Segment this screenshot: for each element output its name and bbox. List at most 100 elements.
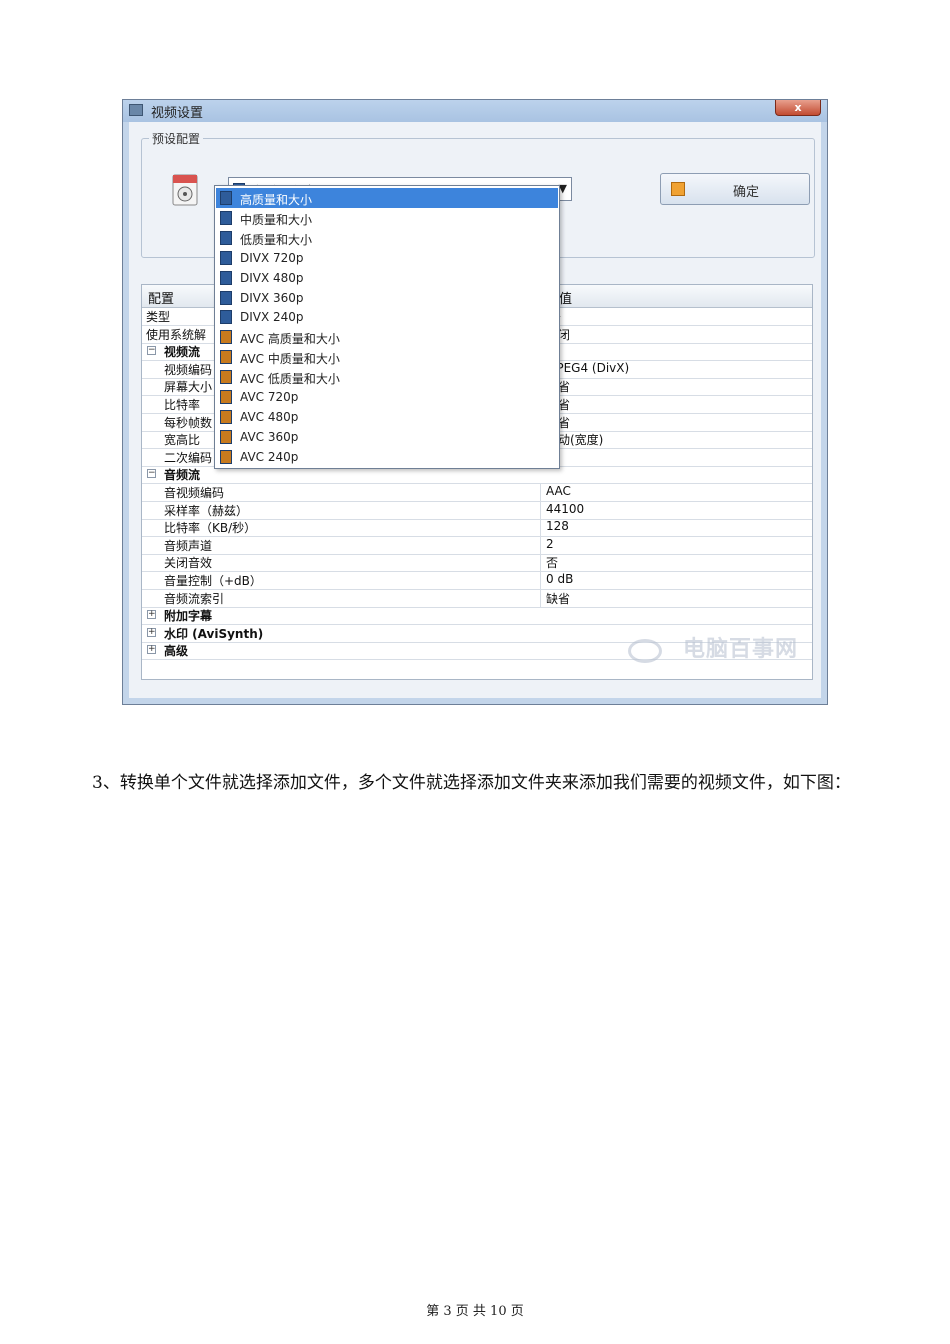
film-icon xyxy=(220,310,232,325)
film-icon xyxy=(220,290,232,305)
property-name: 高级 xyxy=(164,644,189,659)
preset-option[interactable]: AVC 360p xyxy=(216,427,558,447)
property-name: 视频编码 xyxy=(164,362,213,377)
preset-option[interactable]: DIVX 720p xyxy=(216,248,558,268)
preset-option[interactable]: 中质量和大小 xyxy=(216,208,558,228)
close-button[interactable]: x xyxy=(775,100,821,116)
grid-property-row[interactable]: 音频流索引 缺省 xyxy=(142,588,812,608)
cell-divider xyxy=(540,571,541,589)
film-icon xyxy=(220,429,232,444)
property-name: 附加字幕 xyxy=(164,609,213,624)
watermark-logo-icon xyxy=(628,639,662,663)
preset-option[interactable]: DIVX 360p xyxy=(216,288,558,308)
collapse-icon[interactable]: − xyxy=(147,469,156,479)
body-paragraph: 3、转换单个文件就选择添加文件，多个文件就选择添加文件夹来添加我们需要的视频文件… xyxy=(92,773,851,793)
cell-divider xyxy=(540,500,541,519)
film-icon xyxy=(220,210,232,225)
preset-option[interactable]: AVC 720p xyxy=(216,387,558,407)
column-header-name[interactable]: 配置 xyxy=(148,288,174,307)
film-icon xyxy=(220,409,232,424)
preset-option-label: AVC 低质量和大小 xyxy=(240,372,340,387)
property-name: 关闭音效 xyxy=(164,556,213,571)
collapse-icon[interactable]: − xyxy=(147,346,156,356)
property-value[interactable]: 128 xyxy=(546,519,569,533)
property-name: 音量控制（+dB） xyxy=(164,574,262,588)
property-name: 采样率（赫兹） xyxy=(164,503,249,518)
cell-divider xyxy=(540,553,541,572)
preset-option-label: AVC 720p xyxy=(240,390,299,404)
preset-option[interactable]: 高质量和大小 xyxy=(216,188,558,208)
property-name: 比特率 xyxy=(164,398,201,412)
preset-option-label: DIVX 480p xyxy=(240,270,304,285)
preset-group-label: 预设配置 xyxy=(149,130,204,147)
grid-property-row[interactable]: 比特率（KB/秒） 128 xyxy=(142,518,812,538)
preset-option[interactable]: DIVX 480p xyxy=(216,268,558,288)
property-name: 屏幕大小 xyxy=(164,380,213,395)
preset-option-label: DIVX 720p xyxy=(240,250,304,265)
property-value[interactable]: 44100 xyxy=(546,502,584,516)
grid-property-row[interactable]: 音视频编码 AAC xyxy=(142,483,812,502)
cell-divider xyxy=(540,588,541,607)
preset-dropdown-list: 高质量和大小 中质量和大小低质量和大小 DIVX 720p DIVX 480p DIVX… xyxy=(214,185,560,469)
film-icon xyxy=(220,449,232,464)
preset-option[interactable]: AVC 中质量和大小 xyxy=(216,347,558,367)
film-icon xyxy=(220,250,232,265)
watermark-text: 电脑百事网 xyxy=(682,637,798,662)
preset-option-label: 低质量和大小 xyxy=(240,232,313,247)
expand-icon[interactable]: + xyxy=(147,627,156,637)
grid-property-row[interactable]: 采样率（赫兹） 44100 xyxy=(142,500,812,520)
film-icon xyxy=(220,191,232,205)
property-value[interactable]: 否 xyxy=(546,554,558,571)
ok-button[interactable]: 确定 xyxy=(660,173,810,205)
property-value[interactable]: 2 xyxy=(546,537,554,551)
window-title: 视频设置 xyxy=(151,106,204,121)
property-name: 音频流索引 xyxy=(164,591,225,606)
grid-property-row[interactable]: 关闭音效 否 xyxy=(142,553,812,573)
property-name: 音频流 xyxy=(164,468,201,483)
property-name: 水印 (AviSynth) xyxy=(164,626,264,641)
property-name: 类型 xyxy=(146,310,171,324)
video-file-icon xyxy=(172,174,198,206)
film-icon xyxy=(220,350,232,365)
property-name: 每秒帧数 xyxy=(164,415,213,430)
grid-property-row[interactable]: 音量控制（+dB） 0 dB xyxy=(142,571,812,590)
grid-category-row[interactable]: + 附加字幕 xyxy=(142,606,812,626)
preset-option-label: AVC 高质量和大小 xyxy=(240,332,340,347)
preset-option-label: AVC 240p xyxy=(240,449,299,464)
property-name: 二次编码 xyxy=(164,450,213,465)
property-value[interactable]: 0 dB xyxy=(546,572,573,586)
preset-option[interactable]: AVC 480p xyxy=(216,407,558,427)
page-footer: 第 3 页 共 10 页 xyxy=(426,1304,524,1319)
preset-option-label: AVC 中质量和大小 xyxy=(240,352,340,367)
property-name: 音视频编码 xyxy=(164,486,225,500)
title-bar[interactable]: 视频设置 x xyxy=(123,100,827,122)
preset-option-label: DIVX 240p xyxy=(240,310,304,325)
preset-option[interactable]: 低质量和大小 xyxy=(216,228,558,248)
app-icon xyxy=(129,104,143,116)
expand-icon[interactable]: + xyxy=(147,610,156,620)
ok-button-label: 确定 xyxy=(733,185,760,200)
grid-property-row[interactable]: 音频声道 2 xyxy=(142,535,812,555)
property-value[interactable]: 缺省 xyxy=(546,590,570,607)
preset-option[interactable]: DIVX 240p xyxy=(216,307,558,327)
preset-option[interactable]: AVC 240p xyxy=(216,447,558,467)
expand-icon[interactable]: + xyxy=(147,645,156,655)
preset-option[interactable]: AVC 低质量和大小 xyxy=(216,367,558,387)
film-icon xyxy=(220,390,232,404)
preset-option-label: AVC 480p xyxy=(240,409,299,424)
film-icon xyxy=(220,370,232,385)
property-value[interactable]: AAC xyxy=(546,484,571,498)
property-name: 视频流 xyxy=(164,345,201,360)
preset-option[interactable]: AVC 高质量和大小 xyxy=(216,327,558,347)
film-icon xyxy=(220,230,232,245)
film-icon xyxy=(220,330,232,345)
preset-option-label: AVC 360p xyxy=(240,429,299,444)
property-name: 比特率（KB/秒） xyxy=(164,521,257,536)
film-icon xyxy=(220,270,232,285)
cell-divider xyxy=(540,518,541,537)
property-name: 使用系统解 xyxy=(146,327,207,342)
property-name: 音频声道 xyxy=(164,538,213,553)
property-name: 宽高比 xyxy=(164,433,201,448)
cell-divider xyxy=(540,535,541,554)
cell-divider xyxy=(540,483,541,501)
